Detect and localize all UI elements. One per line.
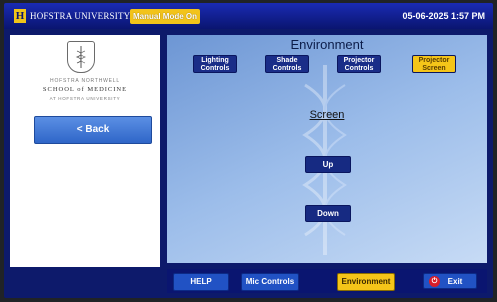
main-panel: Environment Lighting Controls Shade Cont…	[167, 35, 487, 263]
top-bar: H HOFSTRA UNIVERSITY. Manual Mode On 05-…	[4, 3, 493, 29]
exit-button[interactable]: ⏻ Exit	[423, 273, 477, 289]
section-label: Screen	[309, 109, 345, 121]
manual-mode-button[interactable]: Manual Mode On	[130, 9, 200, 24]
tab-shade-controls[interactable]: Shade Controls	[265, 55, 309, 73]
help-button[interactable]: HELP	[173, 273, 229, 291]
tab-projector-screen[interactable]: Projector Screen	[412, 55, 456, 73]
exit-label: Exit	[447, 277, 463, 286]
tab-label-line2: Screen	[422, 65, 446, 72]
school-name-line2: SCHOOL of MEDICINE	[42, 86, 128, 93]
tab-lighting-controls[interactable]: Lighting Controls	[193, 55, 237, 73]
brand-name: HOFSTRA UNIVERSITY.	[30, 11, 132, 21]
caduceus-seal-icon	[67, 41, 95, 73]
tab-label-line2: Controls	[200, 65, 230, 72]
environment-button[interactable]: Environment	[337, 273, 395, 291]
tab-label-line2: Controls	[344, 65, 374, 72]
hofstra-h-icon: H	[14, 9, 26, 23]
page-title: Environment	[290, 37, 364, 52]
touch-panel-screen: H HOFSTRA UNIVERSITY. Manual Mode On 05-…	[4, 3, 493, 298]
school-name-line3: AT HOFSTRA UNIVERSITY	[49, 96, 121, 101]
tab-label-line1: Projector	[418, 57, 450, 64]
tab-label-line2: Controls	[272, 65, 302, 72]
bottom-bar: HELP Mic Controls Environment ⏻ Exit	[167, 269, 487, 293]
tab-projector-controls[interactable]: Projector Controls	[337, 55, 381, 73]
tab-label-line1: Projector	[343, 57, 375, 64]
school-name-line1: HOFSTRA NORTHWELL	[50, 78, 120, 84]
mic-controls-button[interactable]: Mic Controls	[241, 273, 299, 291]
screen-down-button[interactable]: Down	[305, 205, 351, 222]
date-time: 05-06-2025 1:57 PM	[402, 11, 485, 21]
power-icon: ⏻	[429, 276, 440, 287]
back-button[interactable]: < Back	[34, 116, 152, 144]
tab-label-line1: Shade	[276, 57, 298, 64]
tab-label-line1: Lighting	[201, 57, 229, 64]
sidebar-panel: HOFSTRA NORTHWELL SCHOOL of MEDICINE AT …	[10, 35, 160, 267]
screen-up-button[interactable]: Up	[305, 156, 351, 173]
